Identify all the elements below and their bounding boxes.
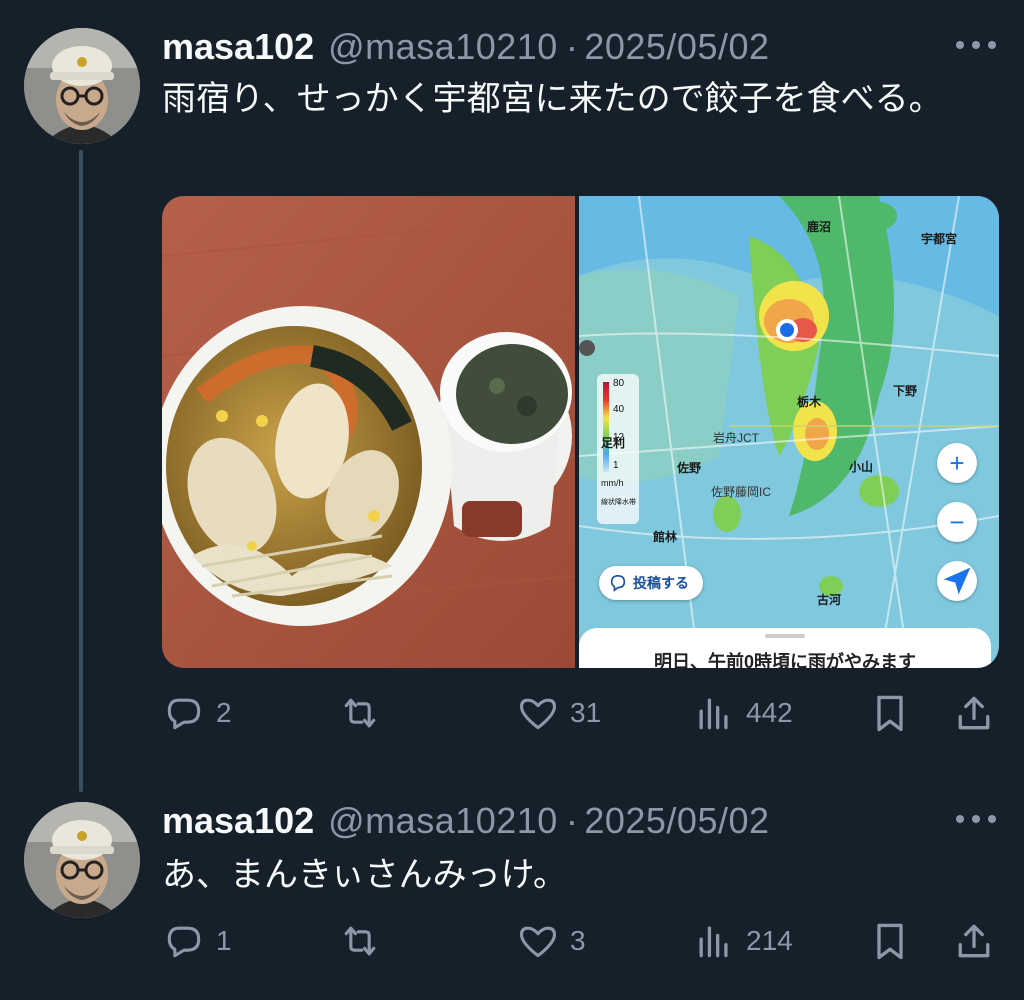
forecast-sheet[interactable]: 明日、午前0時頃に雨がやみます bbox=[579, 628, 991, 668]
tweet-actions: 2 31 442 bbox=[162, 688, 997, 738]
map-place-label: 佐野藤岡IC bbox=[711, 485, 772, 499]
repost-button[interactable] bbox=[338, 688, 392, 738]
bookmark-button[interactable] bbox=[868, 916, 912, 966]
legend-unit: mm/h bbox=[601, 478, 624, 488]
more-dots-icon[interactable] bbox=[956, 30, 996, 60]
timestamp[interactable]: 2025/05/02 bbox=[584, 26, 769, 68]
handle[interactable]: @masa10210 bbox=[328, 26, 558, 68]
share-button[interactable] bbox=[952, 916, 996, 966]
legend-80: 80 bbox=[613, 378, 625, 389]
views-count: 214 bbox=[746, 925, 793, 956]
tweet-text: 雨宿り、せっかく宇都宮に来たので餃子を食べる。 bbox=[162, 80, 943, 118]
like-button[interactable]: 31 bbox=[516, 688, 601, 738]
heart-icon bbox=[519, 926, 557, 958]
views-button[interactable]: 442 bbox=[692, 688, 793, 738]
thread-connector-line bbox=[79, 150, 83, 792]
speech-plus-icon bbox=[609, 574, 627, 592]
photo-gyoza-soup[interactable] bbox=[162, 196, 575, 668]
locate-arrow-icon[interactable] bbox=[937, 561, 977, 601]
zoom-in-button[interactable]: + bbox=[937, 443, 977, 483]
views-button[interactable]: 214 bbox=[692, 916, 793, 966]
bookmark-button[interactable] bbox=[868, 688, 912, 738]
map-place-label: 宇都宮 bbox=[921, 232, 958, 246]
heart-icon bbox=[519, 698, 557, 730]
legend-linear-rainband: 線状降水帯 bbox=[601, 499, 636, 506]
zoom-out-button[interactable]: − bbox=[937, 502, 977, 542]
display-name[interactable]: masa102 bbox=[162, 26, 314, 68]
legend-40: 40 bbox=[613, 404, 625, 415]
legend-1: 1 bbox=[613, 460, 619, 471]
speech-bubble-icon bbox=[167, 926, 201, 958]
forecast-text: 明日、午前0時頃に雨がやみます bbox=[653, 652, 916, 668]
map-place-label: 佐野 bbox=[677, 461, 702, 475]
map-place-label: 鹿沼 bbox=[807, 220, 832, 234]
sheet-handle[interactable] bbox=[765, 634, 805, 638]
avatar[interactable] bbox=[24, 802, 140, 918]
repost-arrows-icon bbox=[344, 926, 376, 956]
map-place-label: 足利 bbox=[601, 436, 626, 450]
timestamp[interactable]: 2025/05/02 bbox=[584, 800, 769, 842]
bar-chart-icon bbox=[699, 698, 728, 730]
map-place-label: 古河 bbox=[817, 593, 842, 607]
handle[interactable]: @masa10210 bbox=[328, 800, 558, 842]
map-place-label: 岩舟JCT bbox=[713, 431, 759, 445]
repost-button[interactable] bbox=[338, 916, 392, 966]
tweet-header: masa102 @masa10210 · 2025/05/02 bbox=[162, 26, 770, 68]
media-grid[interactable]: 80 40 12 1 mm/h 線状降水帯 鹿沼 宇都宮 栃木 下野 佐野 小山… bbox=[162, 196, 999, 668]
photo-rain-radar-map[interactable]: 80 40 12 1 mm/h 線状降水帯 鹿沼 宇都宮 栃木 下野 佐野 小山… bbox=[579, 196, 999, 668]
like-button[interactable]: 3 bbox=[516, 916, 586, 966]
reply-button[interactable]: 2 bbox=[162, 688, 232, 738]
map-place-label: 下野 bbox=[893, 384, 918, 398]
speech-bubble-icon bbox=[167, 698, 201, 730]
repost-arrows-icon bbox=[344, 698, 376, 728]
bar-chart-icon bbox=[699, 926, 728, 958]
tweet-actions: 1 3 214 bbox=[162, 916, 997, 966]
map-place-label: 栃木 bbox=[797, 395, 822, 409]
reply-count: 2 bbox=[216, 697, 232, 728]
bookmark-icon bbox=[877, 695, 903, 732]
share-upload-icon bbox=[958, 924, 990, 958]
display-name[interactable]: masa102 bbox=[162, 800, 314, 842]
tweet-text: あ、まんきぃさんみっけ。 bbox=[162, 856, 567, 894]
avatar[interactable] bbox=[24, 28, 140, 144]
separator-dot: · bbox=[565, 800, 579, 841]
share-upload-icon bbox=[958, 696, 990, 730]
like-count: 3 bbox=[570, 925, 586, 956]
map-place-label: 小山 bbox=[849, 460, 874, 474]
tweet-header: masa102 @masa10210 · 2025/05/02 bbox=[162, 800, 770, 842]
post-button[interactable]: 投稿する bbox=[599, 566, 703, 600]
separator-dot: · bbox=[565, 26, 579, 67]
bookmark-icon bbox=[877, 923, 903, 960]
share-button[interactable] bbox=[952, 688, 996, 738]
post-button-label: 投稿する bbox=[633, 575, 689, 591]
map-place-label: 館林 bbox=[653, 530, 678, 544]
reply-button[interactable]: 1 bbox=[162, 916, 232, 966]
views-count: 442 bbox=[746, 697, 793, 728]
reply-count: 1 bbox=[216, 925, 232, 956]
more-dots-icon[interactable] bbox=[956, 804, 996, 834]
like-count: 31 bbox=[570, 697, 602, 728]
